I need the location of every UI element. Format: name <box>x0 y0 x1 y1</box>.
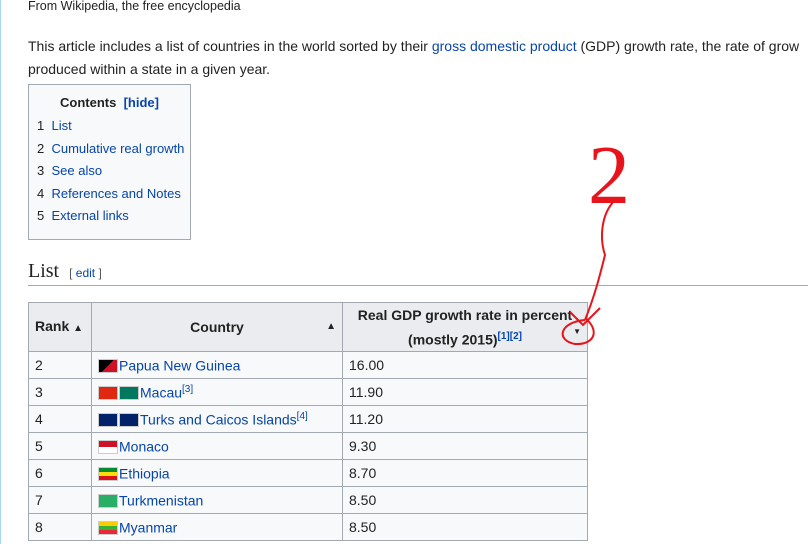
red-annotation: 2 <box>561 129 630 346</box>
